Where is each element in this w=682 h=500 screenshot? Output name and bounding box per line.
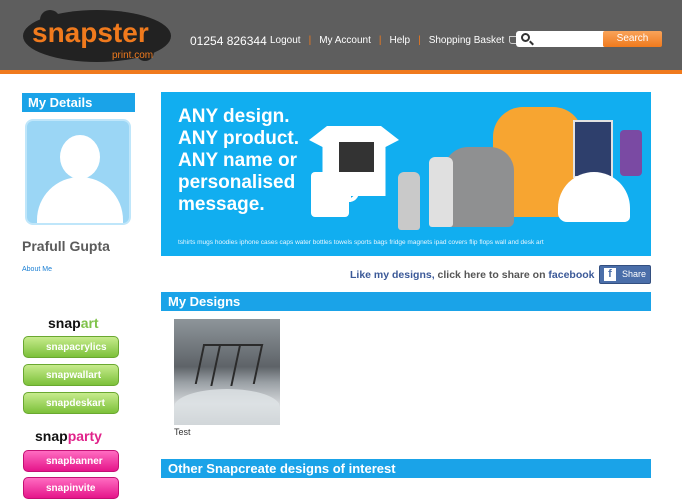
promo-banner[interactable]: ANY design. ANY product. ANY name or per… <box>161 92 651 256</box>
snapparty-prefix: snap <box>35 428 68 444</box>
design-thumbnail[interactable] <box>174 319 280 425</box>
avatar-head <box>60 135 100 179</box>
search-icon <box>521 33 530 42</box>
share-middle-text: click here to share on <box>434 269 549 281</box>
tablet-case-image <box>573 120 613 178</box>
other-designs-heading: Other Snapcreate designs of interest <box>161 459 651 478</box>
svg-text:print.com: print.com <box>112 50 153 61</box>
phone-case-image <box>620 130 642 176</box>
phone-number: 01254 826344 <box>190 34 267 48</box>
share-network[interactable]: facebook <box>548 269 594 281</box>
about-me-link[interactable]: About Me <box>22 266 52 273</box>
top-nav: Logout | My Account | Help | Shopping Ba… <box>262 35 527 46</box>
banner-headline: ANY design. ANY product. ANY name or per… <box>178 106 300 215</box>
rollercoaster-photo <box>194 344 264 384</box>
avatar[interactable] <box>25 119 131 225</box>
share-button-label: Share <box>622 269 647 279</box>
my-details-heading: My Details <box>22 93 135 112</box>
user-name: Prafull Gupta <box>22 238 110 254</box>
snapparty-logo: snapparty <box>35 428 102 444</box>
my-designs-heading: My Designs <box>161 292 651 311</box>
search-input[interactable] <box>516 31 606 47</box>
design-label[interactable]: Test <box>174 427 191 437</box>
shopping-basket-label: Shopping Basket <box>428 35 505 46</box>
svg-text:snapster: snapster <box>32 17 149 48</box>
water-bottle-image <box>398 172 420 230</box>
header-accent-stripe <box>0 70 682 74</box>
logout-link[interactable]: Logout <box>262 35 309 46</box>
help-link[interactable]: Help <box>382 35 419 46</box>
snapinvite-button[interactable]: snapinvite <box>23 477 119 499</box>
tshirt-print-image <box>339 142 374 172</box>
water-bottle-image <box>429 157 453 227</box>
site-header: snapster print.com 01254 826344 Logout |… <box>0 0 682 70</box>
snapwallart-button[interactable]: snapwallart <box>23 364 119 386</box>
facebook-icon: f <box>604 268 616 281</box>
banner-caption: tshirts mugs hoodies iphone cases caps w… <box>178 239 544 246</box>
my-account-link[interactable]: My Account <box>311 35 379 46</box>
share-link-text[interactable]: Like my designs, <box>350 269 435 281</box>
search-button[interactable]: Search <box>603 31 662 47</box>
snapart-prefix: snap <box>48 315 81 331</box>
grey-hoodie-image <box>444 147 514 227</box>
snapparty-suffix: party <box>67 428 102 444</box>
shopping-basket-link[interactable]: Shopping Basket <box>421 35 528 46</box>
facebook-share-button[interactable]: f Share <box>599 265 651 284</box>
snapacrylics-button[interactable]: snapacrylics <box>23 336 119 358</box>
snapster-logo[interactable]: snapster print.com <box>20 6 175 66</box>
snapbanner-button[interactable]: snapbanner <box>23 450 119 472</box>
snapart-logo: snapart <box>48 315 99 331</box>
snapart-suffix: art <box>80 315 99 331</box>
avatar-body <box>37 177 123 223</box>
mug-image <box>311 172 349 217</box>
wave-photo <box>174 389 280 425</box>
snapdeskart-button[interactable]: snapdeskart <box>23 392 119 414</box>
share-prompt[interactable]: Like my designs, click here to share on … <box>350 269 595 281</box>
